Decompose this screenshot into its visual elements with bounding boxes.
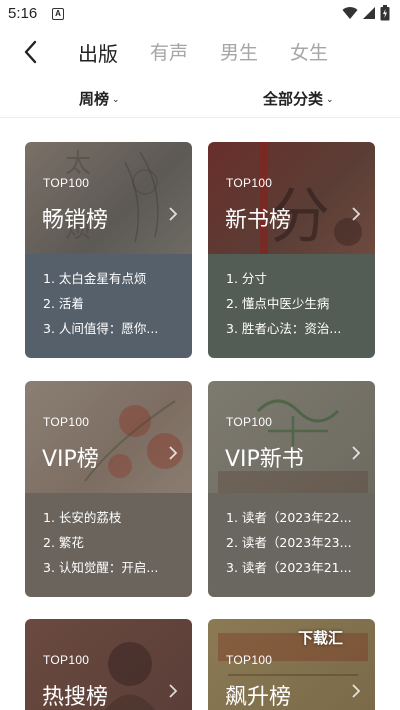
card-list: 1. 读者（2023年22... 2. 读者（2023年23... 3. 读者（… [208,493,375,597]
status-time: 5:16 [8,5,38,22]
list-item[interactable]: 2. 懂点中医少生病 [226,295,375,320]
ranking-card-vip-new[interactable]: 1. 读者（2023年22... 2. 读者（2023年23... 3. 读者（… [208,381,375,597]
svg-text:太: 太 [65,149,91,179]
card-title: VIP新书 [225,447,304,472]
tab-male[interactable]: 男生 [220,38,258,67]
chevron-down-icon: ⌄ [112,95,120,105]
period-filter-dropdown[interactable]: 周榜 ⌄ [79,88,120,109]
chevron-right-icon [169,207,178,221]
chevron-right-icon [169,446,178,460]
cover-art [84,400,183,482]
card-tag: TOP100 [226,176,273,190]
chevron-right-icon [169,684,178,698]
card-tag: TOP100 [226,415,273,429]
chevron-right-icon [352,684,361,698]
ranking-card-vip[interactable]: 1. 长安的荔枝 2. 繁花 3. 认知觉醒：开启... TOP100 VIP榜 [25,381,192,597]
ranking-card-bestseller[interactable]: 太 烦 1. 太白金星有点烦 2. 活着 3. 人间值得：愿你... TOP10… [25,142,192,358]
watermark: 下载汇 [298,629,344,647]
chevron-down-icon: ⌄ [326,95,334,105]
cover-art: 分 [260,142,362,254]
top-nav: 出版 有声 男生 女生 [0,28,400,76]
ranking-card-hot-search[interactable]: TOP100 热搜榜 [25,619,192,710]
list-item[interactable]: 3. 认知觉醒：开启... [43,559,192,584]
card-cover-image: 太 烦 [25,142,192,254]
period-filter-label: 周榜 [79,90,110,108]
back-button[interactable] [18,38,46,66]
card-cover-image: 分 [208,142,375,254]
chevron-right-icon [352,446,361,460]
ranking-card-rising[interactable]: TOP100 飙升榜 [208,619,375,710]
card-list: 1. 分寸 2. 懂点中医少生病 3. 胜者心法：资治... [208,254,375,358]
card-tag: TOP100 [43,653,90,667]
category-filter-dropdown[interactable]: 全部分类 ⌄ [263,88,334,109]
tab-audio[interactable]: 有声 [150,38,188,67]
list-item[interactable]: 3. 人间值得：愿你... [43,320,192,345]
tab-publishing[interactable]: 出版 [78,38,118,67]
list-item[interactable]: 2. 活着 [43,295,192,320]
list-item[interactable]: 3. 读者（2023年21... [226,559,375,584]
signal-icon [363,7,375,19]
cover-art [218,399,368,493]
status-bar: 5:16 A [0,0,400,28]
card-title: VIP榜 [42,447,99,472]
status-icons [342,5,390,21]
card-title: 新书榜 [225,208,292,233]
card-tag: TOP100 [43,415,90,429]
filter-bar: 周榜 ⌄ 全部分类 ⌄ [0,80,400,118]
list-item[interactable]: 1. 分寸 [226,270,375,295]
card-list: 1. 太白金星有点烦 2. 活着 3. 人间值得：愿你... [25,254,192,358]
chevron-left-icon [24,40,37,64]
tab-bar: 出版 有声 男生 女生 [78,38,328,67]
list-item[interactable]: 2. 读者（2023年23... [226,534,375,559]
card-title: 畅销榜 [42,208,109,233]
tab-female[interactable]: 女生 [290,38,328,67]
category-filter-label: 全部分类 [263,90,324,108]
wifi-icon [342,7,358,20]
list-item[interactable]: 2. 繁花 [43,534,192,559]
card-title: 飙升榜 [225,685,292,710]
battery-icon [380,5,390,21]
list-item[interactable]: 1. 太白金星有点烦 [43,270,192,295]
card-tag: TOP100 [226,653,273,667]
card-tag: TOP100 [43,176,90,190]
ranking-card-new-books[interactable]: 分 1. 分寸 2. 懂点中医少生病 3. 胜者心法：资治... TOP100 … [208,142,375,358]
card-cover-image [25,381,192,493]
notification-icon: A [52,8,64,20]
card-cover-image [208,381,375,493]
list-item[interactable]: 1. 长安的荔枝 [43,509,192,534]
cover-art: 太 烦 [65,149,159,244]
list-item[interactable]: 3. 胜者心法：资治... [226,320,375,345]
card-list: 1. 长安的荔枝 2. 繁花 3. 认知觉醒：开启... [25,493,192,597]
chevron-right-icon [352,207,361,221]
list-item[interactable]: 1. 读者（2023年22... [226,509,375,534]
card-title: 热搜榜 [42,685,109,710]
